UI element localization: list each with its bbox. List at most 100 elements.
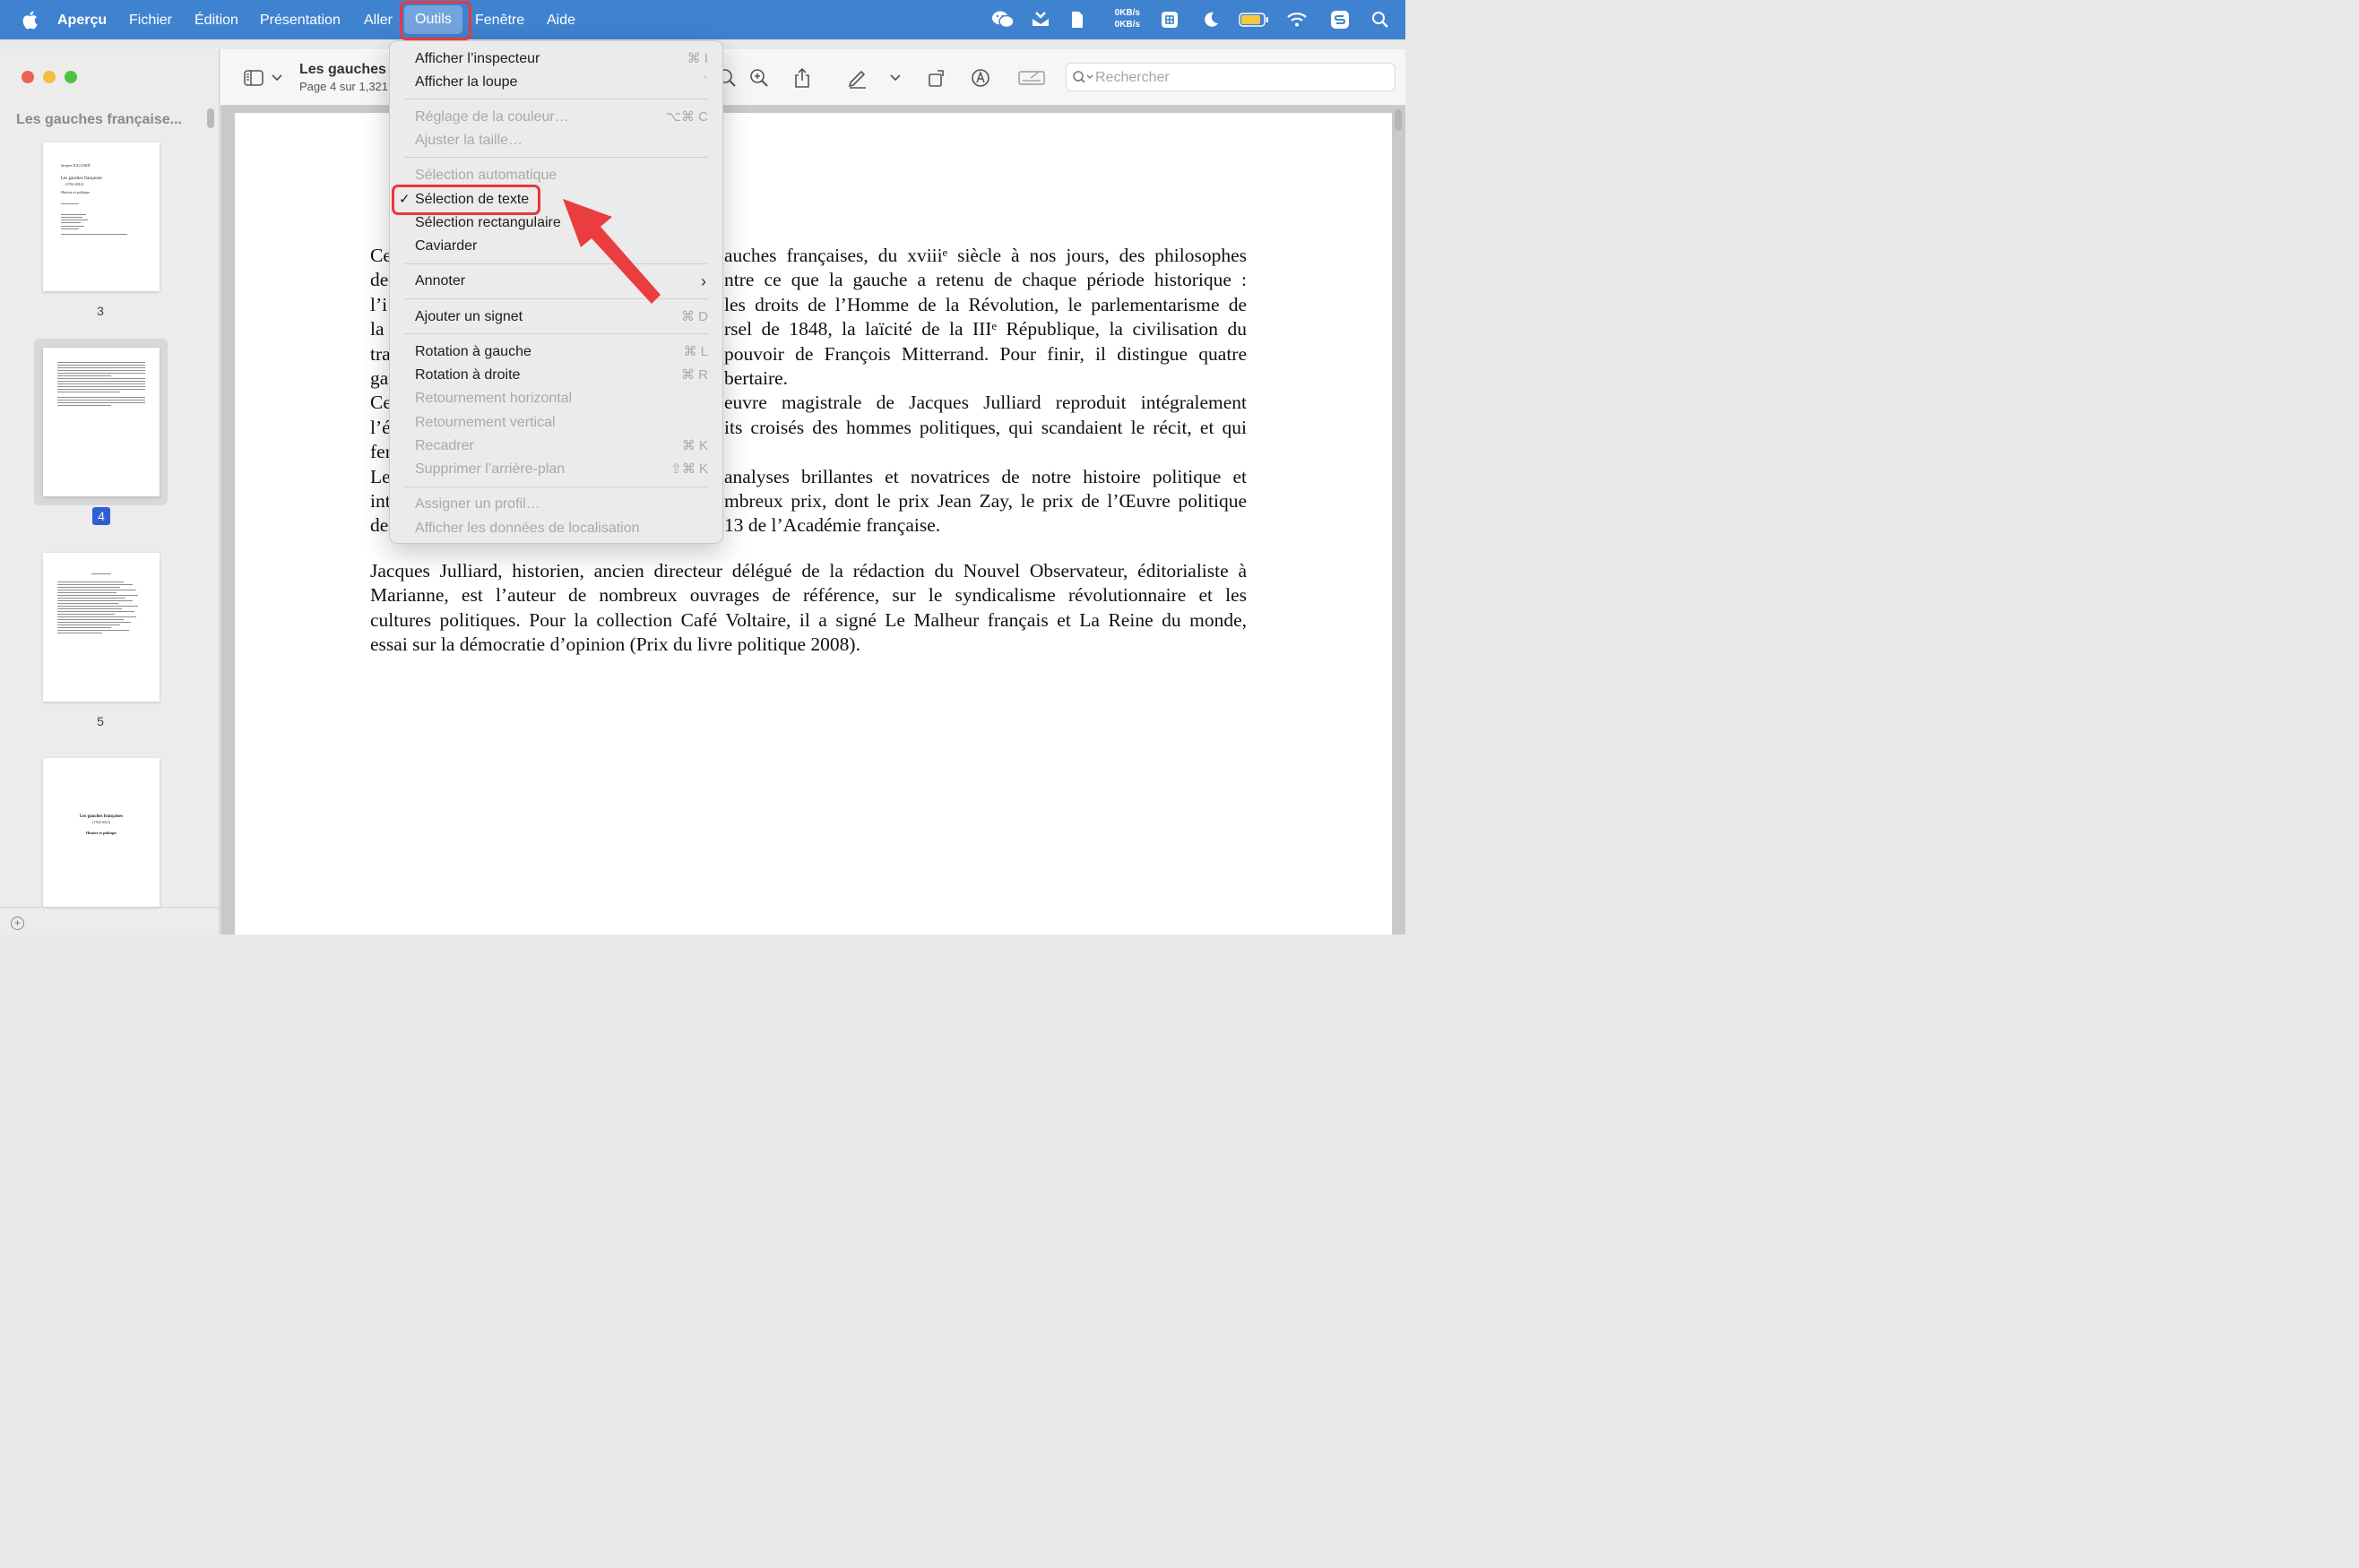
close-window-button[interactable] bbox=[22, 71, 34, 83]
text-line-left-fragment: la bbox=[370, 318, 385, 340]
menu-presentation[interactable]: Présentation bbox=[260, 11, 341, 30]
thumb-text-line bbox=[91, 573, 111, 574]
menu-item-selection-rectangulaire[interactable]: Sélection rectangulaire bbox=[415, 212, 708, 234]
menu-item-rotation-droite[interactable]: Rotation à droite ⌘ R bbox=[415, 365, 708, 386]
menu-item-retournement-horizontal: Retournement horizontal bbox=[415, 391, 573, 406]
thumb-text-line bbox=[57, 375, 111, 376]
thumb-text-line bbox=[57, 595, 138, 596]
chevron-right-icon: › bbox=[701, 272, 706, 290]
thumb-years: (1762-2012) bbox=[65, 182, 83, 186]
menu-item-afficher-loupe[interactable]: Afficher la loupe ` bbox=[415, 72, 708, 93]
page-thumbnail-3[interactable]: Jacques JULLIARD Les gauches françaises … bbox=[43, 142, 160, 291]
menu-item-rotation-gauche[interactable]: Rotation à gauche ⌘ L bbox=[415, 341, 708, 363]
menu-separator bbox=[404, 263, 708, 264]
menu-aide[interactable]: Aide bbox=[547, 11, 575, 30]
menu-item-caviarder[interactable]: Caviarder bbox=[415, 236, 708, 257]
annotate-circle-icon[interactable] bbox=[970, 67, 991, 89]
sidebar-toggle-icon[interactable] bbox=[244, 67, 264, 89]
thumb-text-line bbox=[57, 400, 145, 401]
chevron-down-icon[interactable] bbox=[271, 67, 283, 89]
page-indicator: Page 4 sur 1,321 bbox=[299, 80, 389, 93]
menu-aller[interactable]: Aller bbox=[364, 11, 393, 30]
thumb-text-line bbox=[57, 402, 145, 403]
menu-item-retournement-vertical: Retournement vertical bbox=[415, 415, 556, 430]
thumb-text-line bbox=[57, 622, 131, 623]
thumb-text-line bbox=[61, 234, 127, 235]
text-line-right-fragment: euvre magistrale de Jacques Julliard rep… bbox=[724, 392, 1247, 414]
thumb-text-line bbox=[57, 611, 134, 612]
wifi-icon[interactable] bbox=[1286, 9, 1308, 30]
thumb-text-line bbox=[61, 214, 86, 215]
thumbnail-sidebar: Les gauches française... Jacques JULLIAR… bbox=[0, 49, 220, 935]
thumb-text-line bbox=[57, 362, 145, 363]
rotate-icon[interactable] bbox=[926, 67, 947, 89]
moon-icon[interactable] bbox=[1202, 9, 1220, 30]
thumb-text-line bbox=[61, 217, 82, 218]
apple-menu-icon[interactable] bbox=[22, 10, 38, 30]
text-line-left-fragment: l’i bbox=[370, 293, 388, 315]
thumb-text-line bbox=[57, 397, 145, 398]
sidebar-scrollbar[interactable] bbox=[207, 108, 214, 128]
document-scrollbar[interactable] bbox=[1395, 109, 1402, 131]
thumb-text-line bbox=[57, 389, 145, 390]
thumb-text-line bbox=[57, 386, 145, 387]
screen-mirroring-icon[interactable] bbox=[1330, 9, 1350, 30]
page-thumbnail-5[interactable] bbox=[43, 553, 160, 702]
signature-icon[interactable] bbox=[1018, 67, 1045, 89]
text-line-right-fragment: analyses brillantes et novatrices de not… bbox=[724, 465, 1247, 487]
menu-item-reglage-couleur: Réglage de la couleur… ⌥⌘ C bbox=[415, 109, 708, 125]
page-thumbnail-6[interactable]: Les gauches françaises (1762-2012) Histo… bbox=[43, 758, 160, 907]
thumb-years: (1762-2012) bbox=[92, 820, 110, 824]
page-number-4-selected: 4 bbox=[92, 507, 110, 525]
thumb-text-line bbox=[61, 228, 79, 229]
menu-fenetre[interactable]: Fenêtre bbox=[475, 11, 524, 30]
sidebar-divider bbox=[0, 907, 220, 908]
thumb-text-line bbox=[57, 383, 145, 384]
search-field[interactable]: Rechercher bbox=[1066, 63, 1396, 91]
zoom-window-button[interactable] bbox=[65, 71, 77, 83]
battery-icon[interactable] bbox=[1239, 9, 1269, 30]
menu-item-annoter[interactable]: Annoter › bbox=[415, 271, 708, 292]
thumb-subtitle: Histoire et politique bbox=[61, 190, 90, 194]
add-page-button[interactable]: + bbox=[11, 917, 24, 930]
input-method-icon[interactable] bbox=[1160, 9, 1180, 30]
menu-item-ajouter-signet[interactable]: Ajouter un signet ⌘ D bbox=[415, 306, 708, 328]
thumb-text-line bbox=[57, 616, 136, 617]
share-icon[interactable] bbox=[791, 67, 813, 89]
chevron-down-icon[interactable] bbox=[889, 67, 902, 89]
thumb-text-line bbox=[57, 592, 117, 593]
menu-item-supprimer-arriere-plan: Supprimer l’arrière-plan ⇧⌘ K bbox=[415, 461, 708, 477]
text-line: essai sur la démocratie d’opinion (Prix … bbox=[370, 633, 860, 656]
text-line-right-fragment: its croisés des hommes politiques, qui s… bbox=[724, 416, 1247, 438]
wechat-icon[interactable] bbox=[991, 9, 1015, 30]
menu-item-ajuster-taille: Ajuster la taille… bbox=[415, 133, 523, 148]
thumb-author: Jacques JULLIARD bbox=[61, 163, 91, 168]
menu-fichier[interactable]: Fichier bbox=[129, 11, 172, 30]
text-line-right-fragment: les droits de l’Homme de la Révolution, … bbox=[724, 293, 1247, 315]
menu-item-afficher-inspecteur[interactable]: Afficher l’inspecteur ⌘ I bbox=[415, 48, 708, 70]
menu-item-selection-automatique: Sélection automatique bbox=[415, 168, 557, 183]
menu-separator bbox=[404, 157, 708, 158]
page-thumbnail-4[interactable] bbox=[43, 348, 160, 496]
menu-app-name[interactable]: Aperçu bbox=[57, 11, 107, 30]
text-line-right-fragment: rsel de 1848, la laïcité de la IIIᵉ Répu… bbox=[724, 318, 1247, 340]
menu-item-donnees-localisation: Afficher les données de localisation bbox=[415, 521, 640, 536]
text-line-right-fragment: auches françaises, du xviiiᵉ siècle à no… bbox=[724, 245, 1247, 266]
spotlight-search-icon[interactable] bbox=[1370, 9, 1390, 30]
zoom-in-icon[interactable] bbox=[748, 67, 770, 89]
minimize-window-button[interactable] bbox=[43, 71, 56, 83]
sidebar-document-title[interactable]: Les gauches française... bbox=[16, 112, 182, 128]
net-down: 0KB/s bbox=[1114, 20, 1140, 30]
network-speed: 0KB/s 0KB/s bbox=[1108, 7, 1140, 30]
thumb-text-line bbox=[57, 600, 133, 601]
document-tag-icon[interactable] bbox=[1068, 9, 1086, 30]
thumb-text-line bbox=[57, 373, 145, 374]
thumb-text-line bbox=[57, 378, 145, 379]
menu-edition[interactable]: Édition bbox=[194, 11, 238, 30]
markup-pen-icon[interactable] bbox=[847, 67, 868, 89]
net-up: 0KB/s bbox=[1114, 8, 1140, 18]
text-line: cultures politiques. Pour la collection … bbox=[370, 608, 1247, 631]
thumb-text-line bbox=[57, 381, 145, 382]
thumb-text-line bbox=[57, 365, 145, 366]
inbox-tray-icon[interactable] bbox=[1030, 9, 1051, 30]
